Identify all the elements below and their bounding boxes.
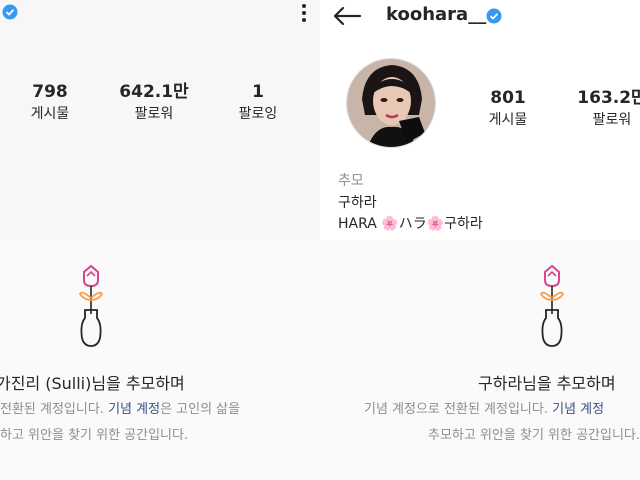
memorial-account-link[interactable]: 기념 계정 (108, 402, 160, 417)
memorial-desc-text-end: 은 고인의 삶을 (160, 402, 241, 417)
followers-label: 팔로워 (592, 112, 632, 128)
following-count: 1 (252, 82, 264, 102)
following-label: 팔로잉 (238, 106, 278, 122)
followers-stat[interactable]: 163.2만 팔로워 (570, 88, 640, 130)
profile-username: koohara__ (386, 4, 487, 25)
verified-badge-icon (486, 8, 502, 24)
memorial-desc-text: 기념 계정으로 전환된 계정입니다. (364, 402, 553, 417)
avatar-photo (347, 59, 435, 147)
verified-badge-icon (2, 4, 18, 20)
memorial-flower-vase-icon (78, 264, 104, 347)
left-profile-panel: 798 게시물 642.1만 팔로워 1 팔로잉 가진리 (Sulli)님을 추… (0, 0, 320, 480)
followers-stat[interactable]: 642.1만 팔로워 (112, 82, 196, 124)
back-arrow-icon[interactable] (332, 6, 362, 26)
profile-category: 추모 (338, 173, 364, 189)
followers-label: 팔로워 (134, 106, 174, 122)
posts-stat[interactable]: 801 게시물 (476, 88, 540, 130)
more-options-icon[interactable] (298, 2, 310, 24)
posts-label: 게시물 (488, 112, 528, 128)
memorial-description-line-1: 기념 계정으로 전환된 계정입니다. 기념 계정 (364, 399, 604, 421)
memorial-description-line-2: 하고 위안을 찾기 위한 공간입니다. (0, 428, 189, 443)
profile-name: 구하라 (338, 195, 377, 211)
followers-count: 163.2만 (577, 88, 640, 108)
memorial-title: 구하라님을 추모하며 (478, 374, 616, 393)
following-stat[interactable]: 1 팔로잉 (226, 82, 290, 124)
memorial-description-line-1: 전환된 계정입니다. 기념 계정은 고인의 삶을 (0, 399, 240, 421)
right-profile-panel: koohara__ 801 게시물 163.2만 팔로워 추모 구하라 HARA… (320, 0, 640, 480)
posts-count: 798 (32, 82, 68, 102)
memorial-description-line-2: 추모하고 위안을 찾기 위한 공간입니다. (428, 428, 640, 443)
followers-count: 642.1만 (119, 82, 189, 102)
memorial-flower-vase-icon (539, 264, 565, 347)
posts-count: 801 (490, 88, 526, 108)
posts-label: 게시물 (30, 106, 70, 122)
profile-avatar[interactable] (346, 58, 436, 148)
memorial-title: 가진리 (Sulli)님을 추모하며 (0, 374, 185, 393)
posts-stat[interactable]: 798 게시물 (18, 82, 82, 124)
memorial-account-link[interactable]: 기념 계정 (552, 402, 604, 417)
memorial-desc-text: 전환된 계정입니다. (0, 402, 109, 417)
profile-bio-line: HARA 🌸ハラ🌸구하라 (338, 216, 483, 232)
